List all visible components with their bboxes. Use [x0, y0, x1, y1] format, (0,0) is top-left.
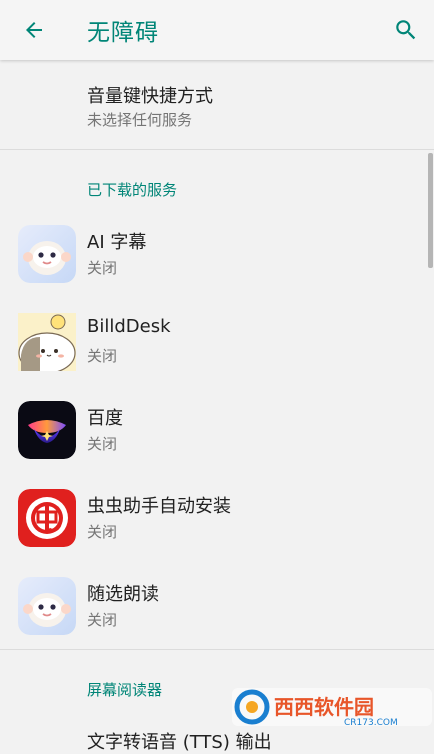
service-name: AI 字幕: [87, 232, 147, 253]
service-name: BilldDesk: [87, 316, 171, 337]
service-item-chongchong[interactable]: 虫虫助手自动安装 关闭: [0, 475, 434, 561]
service-state: 关闭: [87, 347, 118, 365]
category-header-screen-reader: 屏幕阅读器: [87, 681, 163, 699]
robot-face-icon: [18, 225, 76, 283]
search-button[interactable]: [386, 10, 426, 50]
category-header-downloaded: 已下载的服务: [87, 181, 178, 199]
divider: [0, 149, 434, 150]
service-state: 关闭: [87, 435, 118, 453]
service-state: 关闭: [87, 523, 118, 541]
preference-summary: 未选择任何服务: [87, 111, 193, 129]
app-bar: 无障碍: [0, 0, 434, 60]
baidu-lamp-icon: [18, 401, 76, 459]
watermark-sub: CR173.COM: [344, 718, 398, 728]
chongchong-icon: [18, 489, 76, 547]
service-item-baidu[interactable]: 百度 关闭: [0, 387, 434, 473]
service-item-read-aloud[interactable]: 随选朗读 关闭: [0, 563, 434, 649]
page-title: 无障碍: [87, 20, 159, 46]
service-item-billddesk[interactable]: BilldDesk 关闭: [0, 299, 434, 385]
watermark-logo: 西西软件园 CR173.COM: [232, 684, 432, 730]
settings-list: 音量键快捷方式 未选择任何服务 已下载的服务 AI 字幕 关闭 BilldDes…: [0, 60, 434, 753]
scrollbar[interactable]: [428, 153, 433, 268]
service-name: 随选朗读: [87, 584, 159, 605]
service-name: 虫虫助手自动安装: [87, 496, 231, 517]
service-state: 关闭: [87, 259, 118, 277]
search-icon: [396, 20, 416, 40]
back-button[interactable]: [14, 12, 54, 48]
divider: [0, 649, 434, 650]
volume-shortcut-preference[interactable]: 音量键快捷方式 未选择任何服务: [0, 60, 434, 150]
preference-title: 音量键快捷方式: [87, 86, 213, 107]
service-name: 百度: [87, 408, 123, 429]
arrow-back-icon: [26, 22, 42, 38]
cartoon-cat-icon: [18, 313, 76, 371]
service-item-ai-caption[interactable]: AI 字幕 关闭: [0, 211, 434, 297]
tts-output-item[interactable]: 文字转语音 (TTS) 输出: [87, 728, 272, 754]
watermark-text: 西西软件园: [274, 695, 374, 719]
robot-face-icon: [18, 577, 76, 635]
service-state: 关闭: [87, 611, 118, 629]
